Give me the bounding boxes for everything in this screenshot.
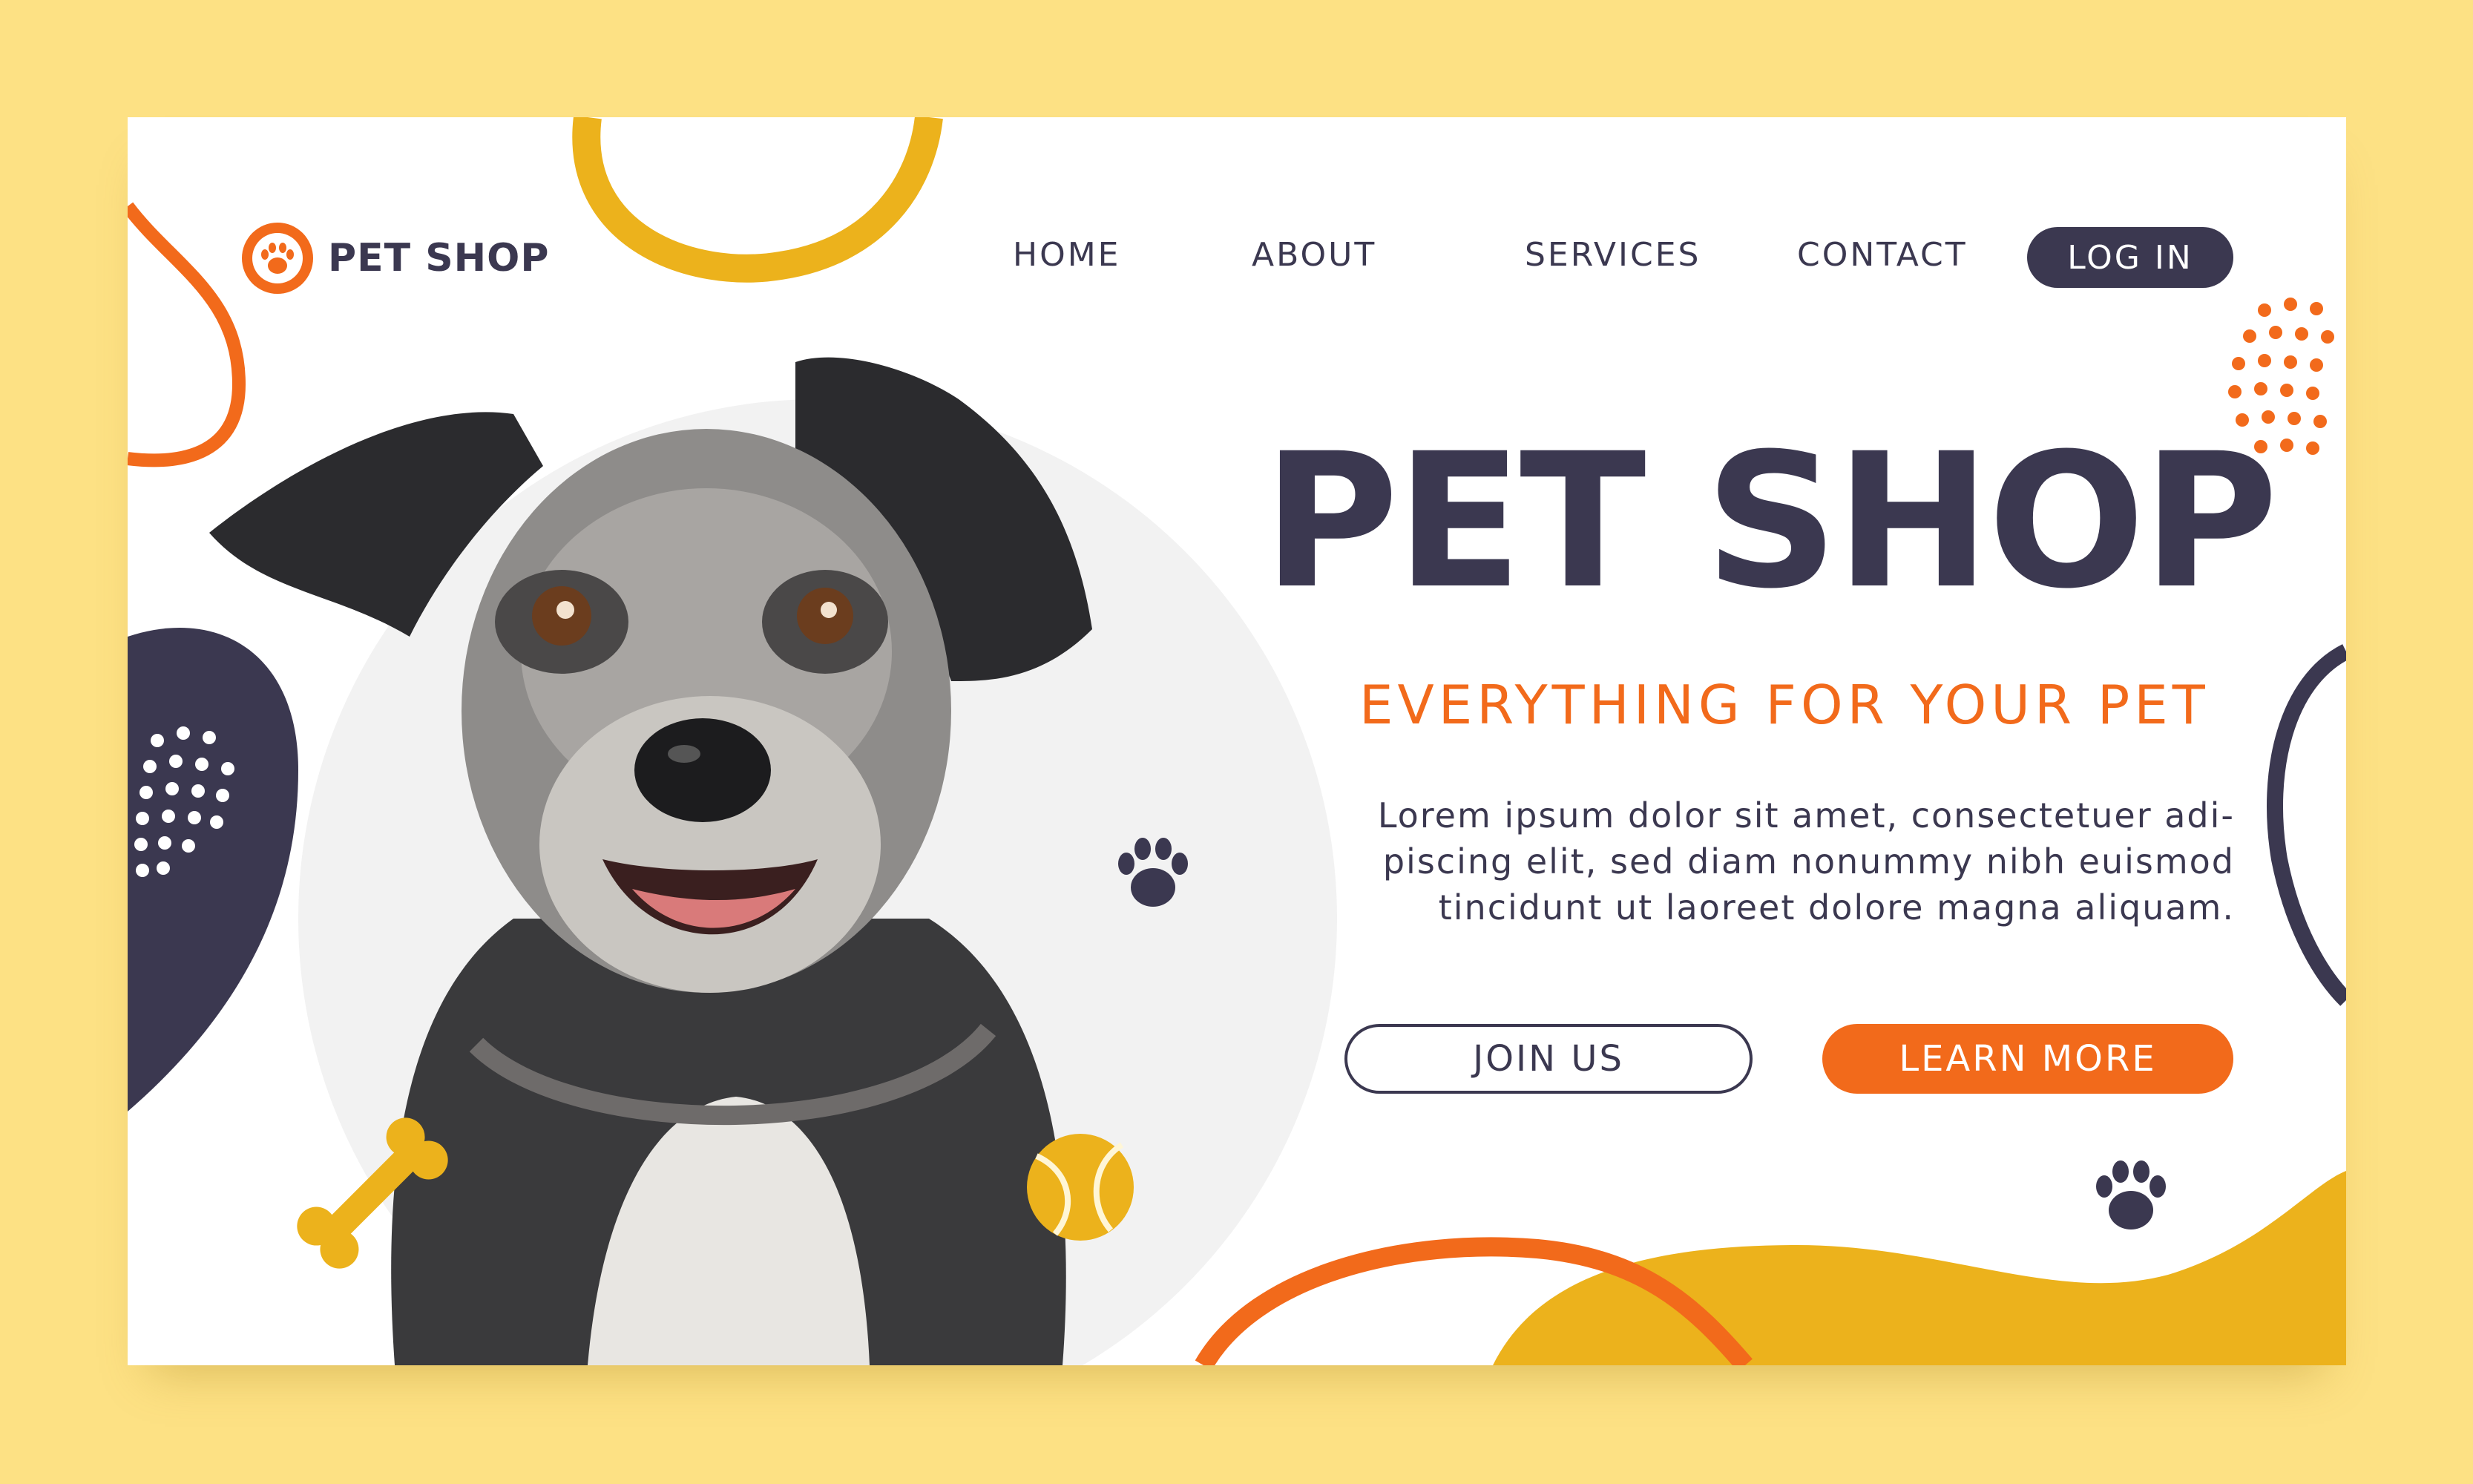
login-button[interactable]: LOG IN bbox=[2027, 227, 2233, 288]
tennis-ball-icon bbox=[1027, 1134, 1134, 1241]
hero-description: Lorem ipsum dolor sit amet, consectetuer… bbox=[1315, 792, 2235, 930]
join-us-button[interactable]: JOIN US bbox=[1344, 1024, 1753, 1094]
hero-description-line: piscing elit, sed diam nonummy nibh euis… bbox=[1382, 841, 2235, 881]
hero-description-line: tincidunt ut laoreet dolore magna aliqua… bbox=[1438, 887, 2235, 928]
brand-name: PET SHOP bbox=[328, 236, 550, 280]
paw-print-icon bbox=[1118, 838, 1188, 907]
nav-contact[interactable]: CONTACT bbox=[1797, 236, 1968, 274]
nav-about[interactable]: ABOUT bbox=[1252, 236, 1376, 274]
hero-subtitle: EVERYTHING FOR YOUR PET bbox=[1359, 674, 2210, 736]
bone-icon bbox=[297, 1117, 448, 1269]
hero-description-line: Lorem ipsum dolor sit amet, consectetuer… bbox=[1377, 795, 2235, 835]
hero-title: PET SHOP bbox=[1263, 413, 2279, 629]
nav-services[interactable]: SERVICES bbox=[1525, 236, 1701, 274]
brand-logo[interactable]: PET SHOP bbox=[240, 217, 550, 299]
paw-icon bbox=[242, 223, 313, 294]
paw-print-icon bbox=[2096, 1160, 2166, 1229]
landing-page: PET SHOP HOME ABOUT SERVICES CONTACT LOG… bbox=[128, 117, 2346, 1365]
learn-more-button[interactable]: LEARN MORE bbox=[1822, 1024, 2233, 1094]
small-decorations bbox=[297, 838, 2166, 1269]
nav-home[interactable]: HOME bbox=[1013, 236, 1120, 274]
